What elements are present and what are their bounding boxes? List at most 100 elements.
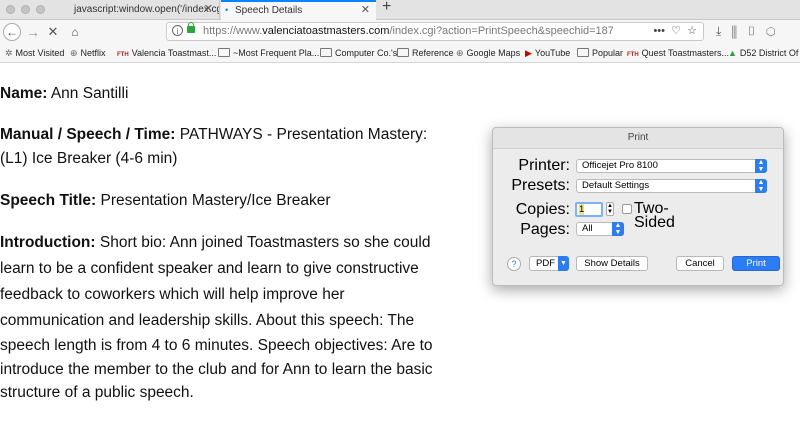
copies-input[interactable]: 1 xyxy=(575,202,603,217)
globe-icon: ⊕ xyxy=(456,48,464,58)
bookmark-label: Popular xyxy=(592,48,624,58)
url-path: /index.cgi?action=PrintSpeech&speechid=1… xyxy=(389,25,613,37)
print-button[interactable]: Print xyxy=(732,256,780,271)
bookmark-label: Valencia Toastmast... xyxy=(131,48,217,58)
bookmark-d52[interactable]: ▲ D52 District Of xyxy=(728,44,798,62)
folder-icon xyxy=(577,48,589,57)
url-text[interactable]: https://www.valenciatoastmasters.com/ind… xyxy=(203,23,613,40)
cancel-button[interactable]: Cancel xyxy=(676,256,724,271)
bookmark-label: Computer Co.'s xyxy=(335,48,398,58)
globe-icon: ⊕ xyxy=(70,48,78,58)
printer-label: Printer: xyxy=(518,157,570,174)
help-button[interactable]: ? xyxy=(507,257,521,271)
manual-value-continued: (L1) Ice Breaker (4-6 min) xyxy=(0,150,178,167)
bookmark-reference[interactable]: Reference xyxy=(397,44,454,62)
bookmark-valencia[interactable]: FTH Valencia Toastmast... xyxy=(117,44,216,64)
show-details-button[interactable]: Show Details xyxy=(576,256,648,271)
speech-title-label: Speech Title: xyxy=(0,192,97,209)
printer-value: Officejet Pro 8100 xyxy=(582,160,658,171)
bookmark-most-frequent[interactable]: ~Most Frequent Pla... xyxy=(218,44,319,62)
chevron-updown-icon: ▲ ▼ xyxy=(755,159,767,173)
tab-title: javascript:window.open('/index.cgi xyxy=(74,4,220,15)
folder-icon xyxy=(218,48,230,57)
close-tab-icon[interactable]: ✕ xyxy=(204,0,213,19)
speech-title-value: Presentation Mastery/Ice Breaker xyxy=(96,192,331,209)
favicon-icon: • xyxy=(225,5,229,15)
intro-line: introduce the member to the club and for… xyxy=(0,361,433,378)
bookmark-label: Quest Toastmasters... xyxy=(641,48,730,58)
bookmark-quest[interactable]: FTH Quest Toastmasters... xyxy=(627,44,729,64)
two-sided-checkbox[interactable] xyxy=(622,204,632,214)
zoom-window-button[interactable] xyxy=(36,5,45,14)
tab-speech-details[interactable]: • Speech Details ✕ xyxy=(221,0,376,20)
home-icon[interactable]: ⌂ xyxy=(68,23,82,41)
bookmark-label: ~Most Frequent Pla... xyxy=(233,48,320,58)
pages-label: Pages: xyxy=(520,221,570,238)
bookmark-netflix[interactable]: ⊕ Netflix xyxy=(70,44,106,62)
folder-icon xyxy=(320,48,332,57)
close-tab-icon[interactable]: ✕ xyxy=(361,2,370,19)
tab-title: Speech Details xyxy=(235,5,303,16)
stop-icon[interactable]: ✕ xyxy=(46,23,60,41)
pdf-label: PDF xyxy=(536,258,555,269)
printer-select[interactable]: Officejet Pro 8100 ▲ ▼ xyxy=(576,159,767,173)
ellipsis-icon[interactable]: ••• xyxy=(653,25,665,37)
bookmark-computer-cos[interactable]: Computer Co.'s xyxy=(320,44,397,62)
url-bar[interactable]: i https://www.valenciatoastmasters.com/i… xyxy=(166,22,704,41)
copies-value: 1 xyxy=(579,204,585,215)
sidebar-icon[interactable]: ▯ xyxy=(747,24,756,38)
tab-strip: javascript:window.open('/index.cgi ✕ • S… xyxy=(0,0,800,20)
toolbar-icons: ⤓ ⫼ ▯ ⬡ xyxy=(716,24,776,39)
fth-icon: FTH xyxy=(627,52,639,58)
downloads-icon[interactable]: ⤓ xyxy=(716,24,721,38)
name-value: Ann Santilli xyxy=(47,85,129,102)
bookmarks-toolbar: ✲ Most Visited ⊕ Netflix FTH Valencia Toast… xyxy=(0,44,800,63)
two-sided-label: Two-Sided xyxy=(634,200,675,231)
url-host: valenciatoastmasters.com xyxy=(262,25,390,37)
drive-icon: ▲ xyxy=(728,48,737,58)
bookmark-label: D52 District Of xyxy=(739,48,799,58)
pages-select[interactable]: All ▲ ▼ xyxy=(576,222,624,236)
copies-stepper[interactable]: ▲ ▼ xyxy=(606,202,614,216)
bookmark-label: YouTube xyxy=(534,48,571,58)
intro-line: communication and leadership skills. Abo… xyxy=(0,312,415,329)
bookmark-most-visited[interactable]: ✲ Most Visited xyxy=(5,44,64,62)
bookmark-popular[interactable]: Popular xyxy=(577,44,623,62)
name-row: Name: Ann Santilli xyxy=(0,82,128,106)
intro-line: Introduction: Short bio: Ann joined Toas… xyxy=(0,231,430,255)
library-icon[interactable]: ⫼ xyxy=(731,24,737,38)
forward-arrow-icon[interactable]: → xyxy=(26,23,40,41)
extension-icon[interactable]: ⬡ xyxy=(766,24,776,38)
bookmark-label: Reference xyxy=(412,48,454,58)
intro-line: structure of a public speech. xyxy=(0,384,194,401)
bookmark-label: Most Visited xyxy=(15,48,65,58)
tab-javascript[interactable]: javascript:window.open('/index.cgi ✕ xyxy=(60,0,220,19)
pages-value: All xyxy=(582,223,593,234)
back-arrow-icon[interactable]: ← xyxy=(3,23,21,41)
bookmark-google-maps[interactable]: ⊕ Google Maps xyxy=(456,44,520,62)
fth-icon: FTH xyxy=(117,52,129,58)
copies-label: Copies: xyxy=(515,201,570,218)
intro-text: Short bio: Ann joined Toastmasters so sh… xyxy=(95,234,431,251)
info-icon[interactable]: i xyxy=(172,25,183,36)
folder-icon xyxy=(397,48,409,57)
manual-label: Manual / Speech / Time: xyxy=(0,126,176,143)
name-label: Name: xyxy=(0,85,48,102)
presets-label: Presets: xyxy=(511,177,570,194)
bookmark-youtube[interactable]: ▶ YouTube xyxy=(525,44,570,62)
star-icon[interactable]: ☆ xyxy=(687,25,697,37)
presets-select[interactable]: Default Settings ▲ ▼ xyxy=(576,179,767,193)
manual-row-continued: (L1) Ice Breaker (4-6 min) xyxy=(0,147,177,171)
new-tab-icon[interactable]: + xyxy=(382,0,391,16)
pdf-menu-button[interactable]: PDF ▼ xyxy=(529,256,569,271)
pocket-icon[interactable]: ♡ xyxy=(671,25,681,37)
manual-row: Manual / Speech / Time: PATHWAYS - Prese… xyxy=(0,123,427,147)
minimize-window-button[interactable] xyxy=(21,5,30,14)
intro-label: Introduction: xyxy=(0,234,96,251)
intro-line: speech length is from 4 to 6 minutes. Sp… xyxy=(0,337,433,354)
dialog-title: Print xyxy=(493,128,783,149)
chevron-updown-icon: ▲ ▼ xyxy=(755,179,767,193)
close-window-button[interactable] xyxy=(6,5,15,14)
url-actions: ••• ♡ ☆ xyxy=(653,23,697,40)
bookmark-label: Google Maps xyxy=(466,48,521,58)
